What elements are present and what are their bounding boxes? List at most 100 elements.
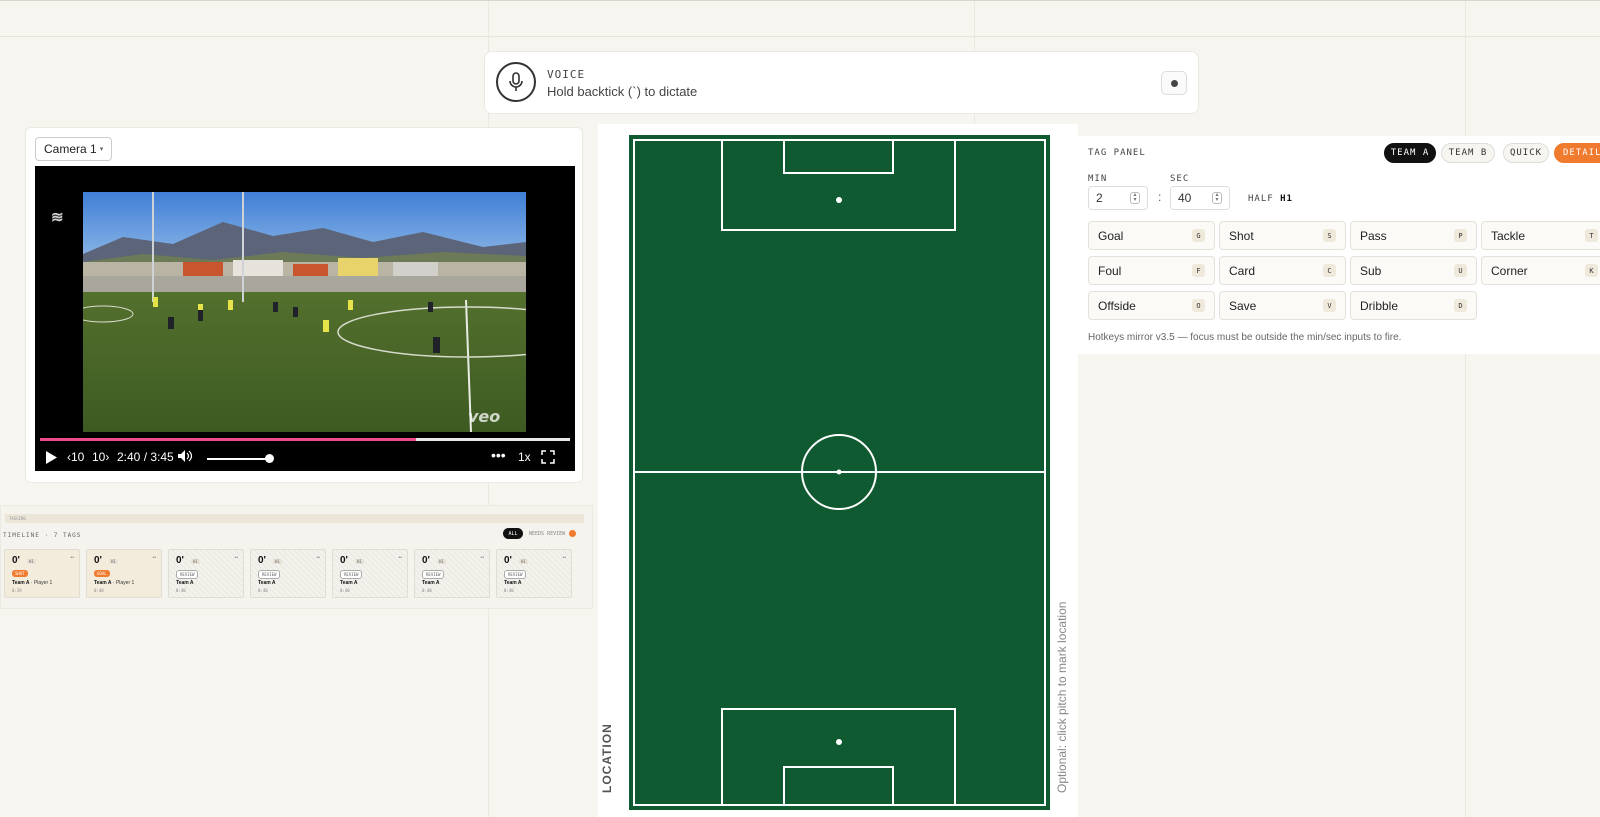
event-button-tackle[interactable]: Tackle T: [1481, 221, 1600, 250]
hotkey-badge: U: [1454, 264, 1467, 277]
timeline-tag[interactable]: 0' H1 •• SHOT Team A · Player 1 0:39: [4, 549, 80, 598]
second-value: 40: [1178, 191, 1192, 205]
hotkeys-note: Hotkeys mirror v3.5 — focus must be outs…: [1088, 332, 1402, 343]
tag-minute: 0': [176, 555, 184, 566]
tag-team-name: Team A: [258, 580, 276, 586]
tagging-strip: TAGGING: [5, 514, 584, 523]
timeline-tag[interactable]: 0' H1 •• REVIEW Team A 0:40: [250, 549, 326, 598]
tag-team: Team A: [258, 580, 276, 586]
tag-menu-icon[interactable]: ••: [316, 555, 320, 561]
tag-minute: 0': [12, 555, 20, 566]
event-label: Tackle: [1491, 228, 1526, 243]
tag-timestamp: 0:40: [422, 588, 432, 593]
event-button-foul[interactable]: Foul F: [1088, 256, 1215, 285]
team-b-button[interactable]: TEAM B: [1441, 143, 1495, 163]
video-player[interactable]: ≋ veo ‹10 10› 2:40 / 3:45 ••• 1x: [35, 166, 575, 471]
detailed-mode-button[interactable]: DETAILED: [1554, 143, 1600, 163]
minute-value: 2: [1096, 191, 1103, 205]
event-button-dribble[interactable]: Dribble D: [1350, 291, 1477, 320]
event-button-goal[interactable]: Goal G: [1088, 221, 1215, 250]
tag-badge: REVIEW: [176, 570, 199, 579]
tag-half: H1: [191, 559, 200, 564]
timeline-tag[interactable]: 0' H1 •• REVIEW Team A 0:40: [496, 549, 572, 598]
timeline-tag[interactable]: 0' H1 •• GOAL Team A · Player 1 0:40: [86, 549, 162, 598]
more-options-icon[interactable]: •••: [491, 447, 506, 463]
event-button-shot[interactable]: Shot S: [1219, 221, 1346, 250]
filter-needs-review-button[interactable]: NEEDS REVIEW: [529, 530, 577, 537]
event-label: Foul: [1098, 263, 1122, 278]
event-button-offside[interactable]: Offside O: [1088, 291, 1215, 320]
filter-all-button[interactable]: ALL: [503, 528, 523, 539]
volume-slider[interactable]: [207, 458, 269, 460]
microphone-icon[interactable]: [496, 62, 536, 102]
tag-badge: REVIEW: [340, 570, 363, 579]
tag-menu-icon[interactable]: ••: [480, 555, 484, 561]
minute-input[interactable]: 2 ▴ ▾: [1088, 186, 1148, 210]
video-card: Camera 1 ▾ ≋ veo ‹10 10› 2:40 / 3:45 •••…: [25, 127, 583, 483]
camera-select[interactable]: Camera 1 ▾: [35, 137, 113, 161]
event-label: Pass: [1360, 228, 1387, 243]
tag-timestamp: 0:40: [94, 588, 104, 593]
event-button-card[interactable]: Card C: [1219, 256, 1346, 285]
location-label: LOCATION: [600, 723, 614, 793]
tag-timestamp: 0:40: [258, 588, 268, 593]
event-button-pass[interactable]: Pass P: [1350, 221, 1477, 250]
tag-badge: REVIEW: [422, 570, 445, 579]
tag-menu-icon[interactable]: ••: [562, 555, 566, 561]
event-button-sub[interactable]: Sub U: [1350, 256, 1477, 285]
time-display: 2:40 / 3:45: [117, 450, 174, 464]
skip-forward-button[interactable]: 10›: [92, 450, 109, 464]
tag-menu-icon[interactable]: ••: [234, 555, 238, 561]
time-separator: :: [1158, 190, 1162, 204]
quick-mode-button[interactable]: QUICK: [1503, 143, 1549, 163]
tag-badge: REVIEW: [258, 570, 281, 579]
pitch-hint: Optional: click pitch to mark location: [1055, 601, 1069, 793]
hotkey-badge: O: [1192, 299, 1205, 312]
timeline-tag[interactable]: 0' H1 •• REVIEW Team A 0:40: [414, 549, 490, 598]
second-stepper-icon[interactable]: ▴ ▾: [1212, 192, 1222, 204]
hotkey-badge: T: [1585, 229, 1598, 242]
tag-panel-title: TAG PANEL: [1088, 148, 1146, 158]
tag-team-name: Team A: [422, 580, 440, 586]
timeline-tag[interactable]: 0' H1 •• REVIEW Team A 0:40: [168, 549, 244, 598]
tag-team-name: Team A: [94, 580, 112, 586]
record-button[interactable]: [1161, 71, 1187, 95]
tag-menu-icon[interactable]: ••: [152, 555, 156, 561]
volume-icon[interactable]: [177, 449, 193, 466]
hotkey-badge: P: [1454, 229, 1467, 242]
event-button-corner[interactable]: Corner K: [1481, 256, 1600, 285]
tag-badge: REVIEW: [504, 570, 527, 579]
timeline-tag[interactable]: 0' H1 •• REVIEW Team A 0:40: [332, 549, 408, 598]
tag-team-name: Team A: [176, 580, 194, 586]
tag-menu-icon[interactable]: ••: [398, 555, 402, 561]
tag-timestamp: 0:40: [340, 588, 350, 593]
tag-minute: 0': [94, 555, 102, 566]
play-icon[interactable]: [45, 451, 57, 467]
skip-back-button[interactable]: ‹10: [67, 450, 84, 464]
tag-menu-icon[interactable]: ••: [70, 555, 74, 561]
minute-stepper-icon[interactable]: ▴ ▾: [1130, 192, 1140, 204]
fullscreen-icon[interactable]: [541, 450, 555, 467]
hotkey-badge: F: [1192, 264, 1205, 277]
video-progress-bar[interactable]: [40, 438, 570, 441]
tag-half: H1: [355, 559, 364, 564]
playback-speed-button[interactable]: 1x: [518, 450, 531, 464]
team-a-button[interactable]: TEAM A: [1384, 143, 1436, 163]
event-button-save[interactable]: Save V: [1219, 291, 1346, 320]
min-label: MIN: [1088, 174, 1108, 184]
tag-list: 0' H1 •• SHOT Team A · Player 1 0:39 0' H1 •• GOA…: [4, 549, 572, 598]
tag-team: Team A: [504, 580, 522, 586]
review-count-dot: [569, 530, 577, 537]
tag-minute: 0': [258, 555, 266, 566]
veo-watermark: veo: [468, 407, 500, 426]
chevron-down-icon: ▾: [99, 146, 104, 153]
skip-forward-label: 10: [92, 450, 106, 464]
volume-knob[interactable]: [265, 454, 274, 463]
pitch-column: LOCATION Optional: click pitch to mark l…: [598, 124, 1078, 817]
hotkey-badge: D: [1454, 299, 1467, 312]
tag-badge: SHOT: [12, 570, 28, 577]
second-input[interactable]: 40 ▴ ▾: [1170, 186, 1230, 210]
tag-half: H1: [437, 559, 446, 564]
pitch-markings: [633, 139, 1046, 806]
pitch[interactable]: [630, 136, 1049, 809]
